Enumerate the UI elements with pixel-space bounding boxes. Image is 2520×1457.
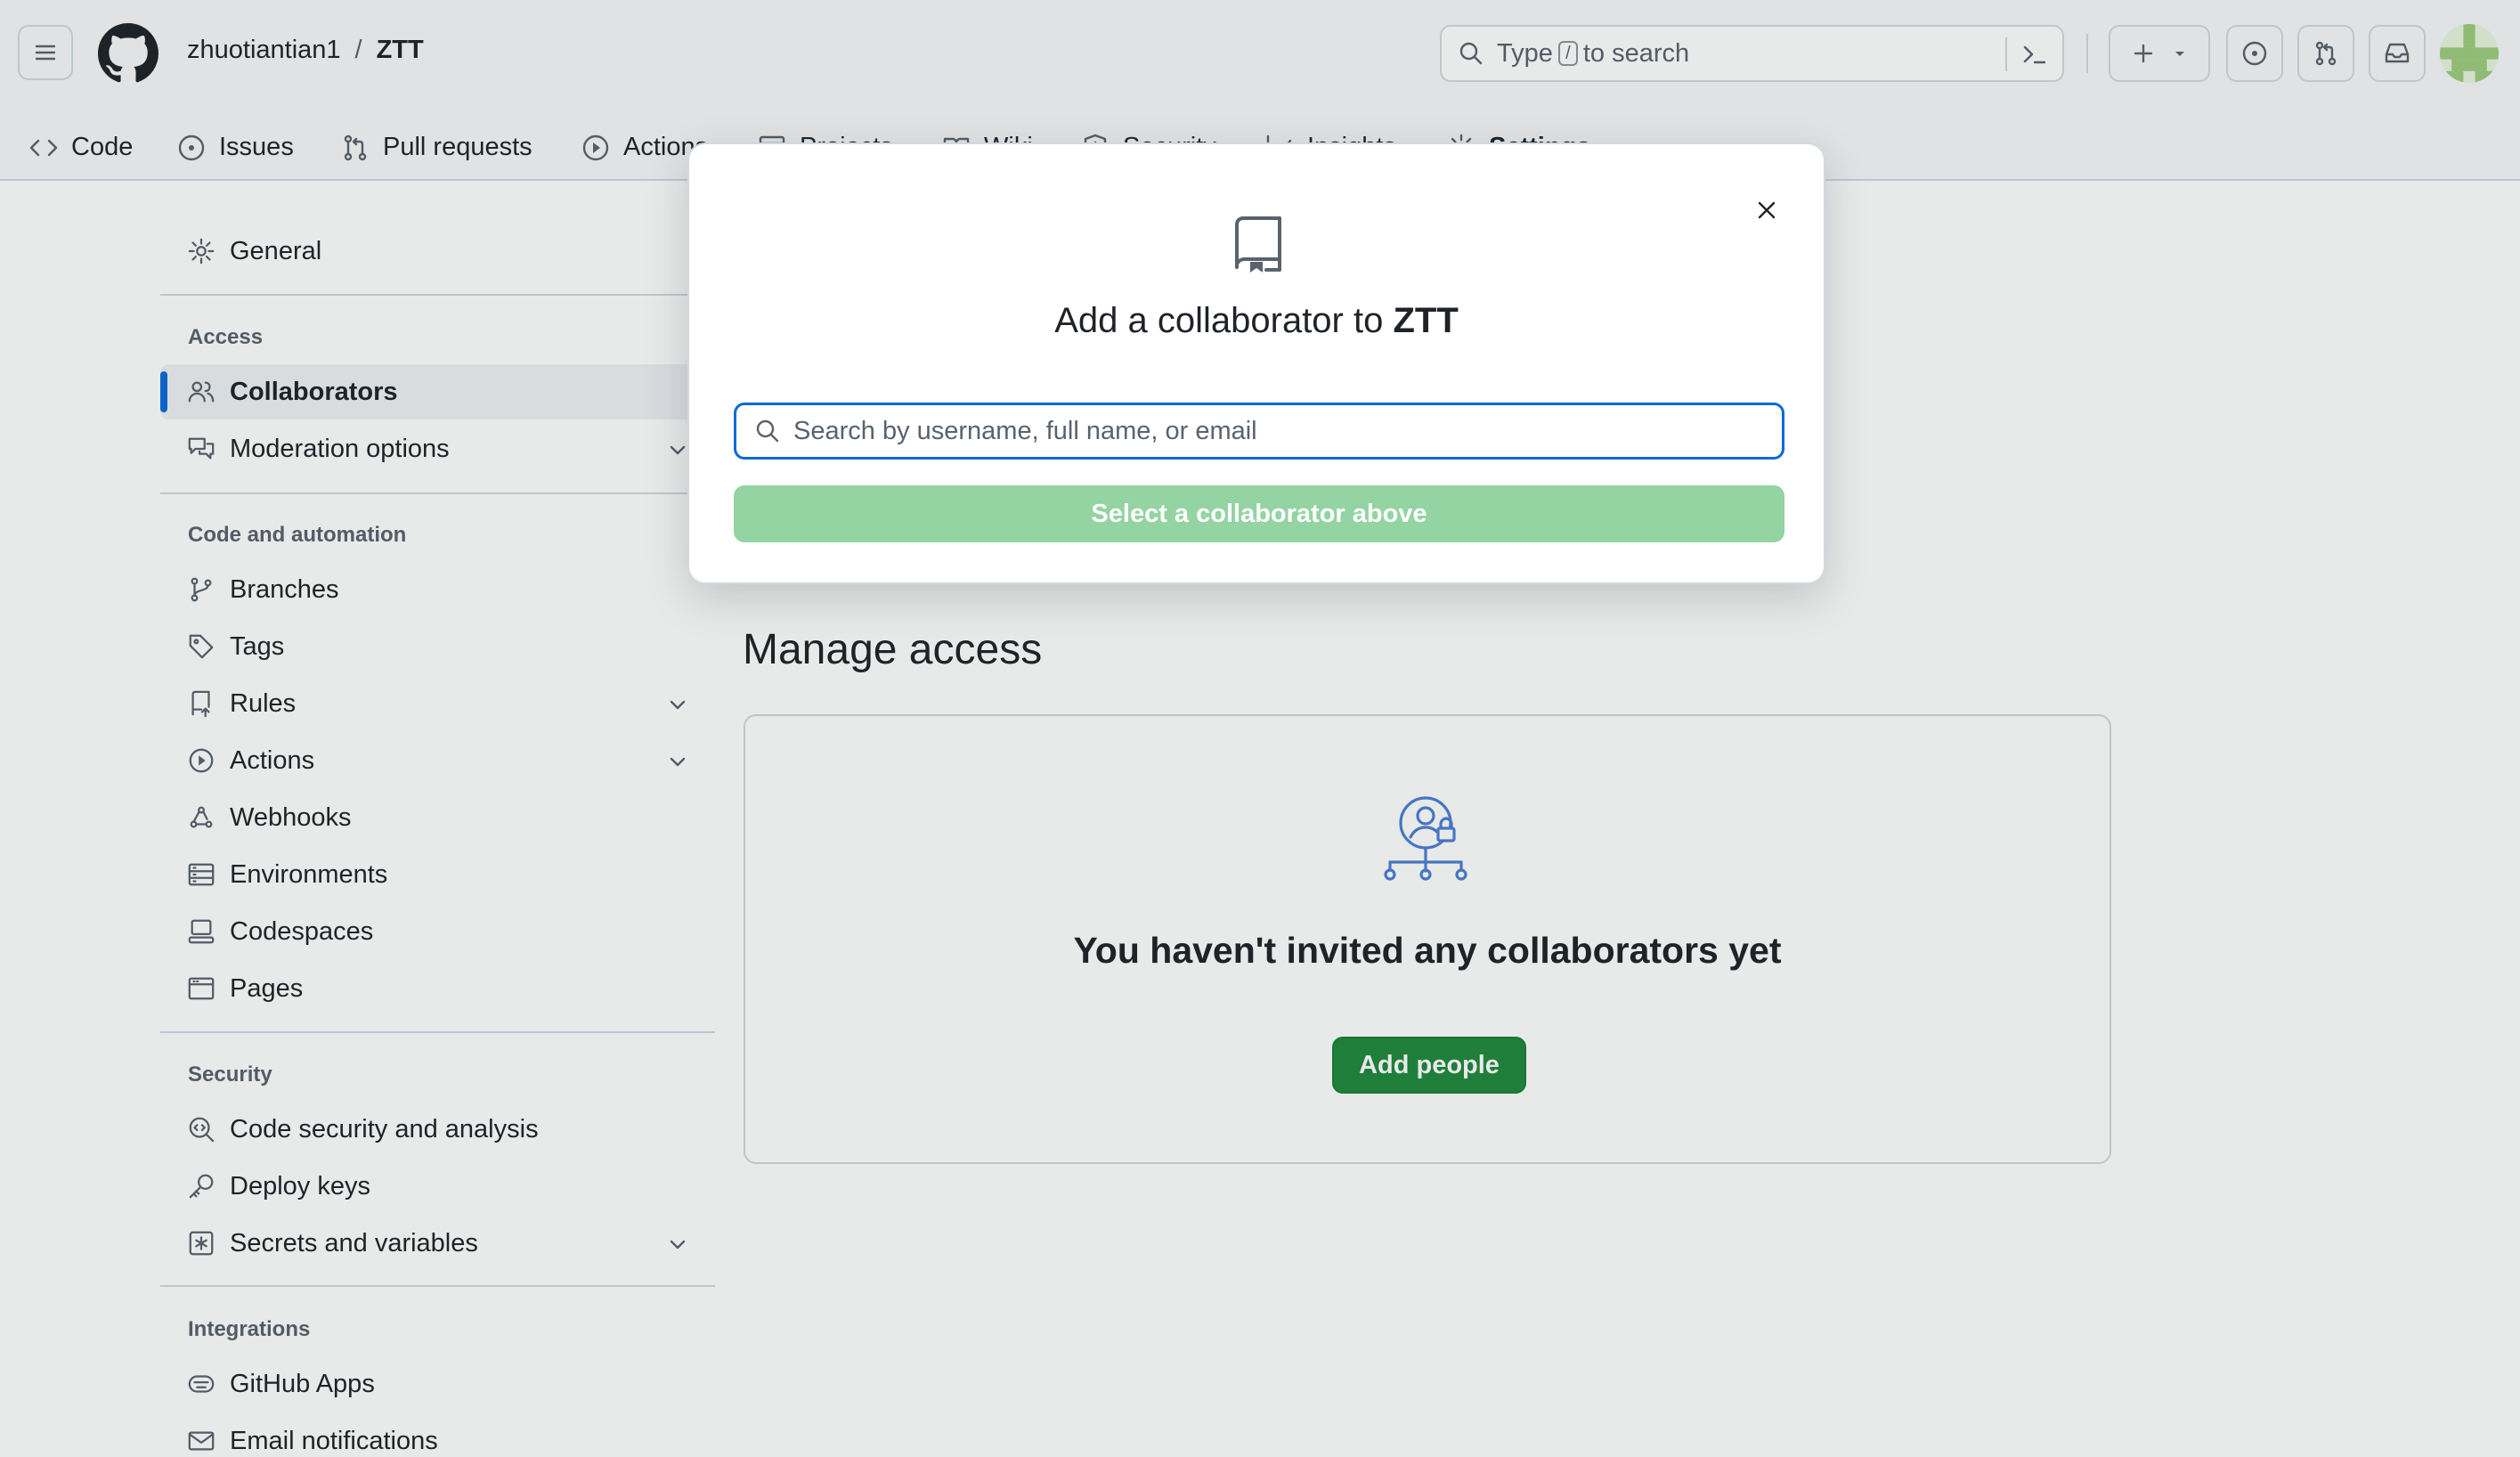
dialog-title-prefix: Add a collaborator to	[1054, 301, 1384, 340]
select-collaborator-button[interactable]: Select a collaborator above	[734, 485, 1784, 542]
repo-icon	[1235, 216, 1281, 273]
collaborator-search-input[interactable]	[793, 416, 1773, 446]
close-icon	[1758, 201, 1776, 219]
dialog-title-repo: ZTT	[1393, 301, 1459, 340]
dialog-title: Add a collaborator to ZTT	[689, 301, 1824, 341]
close-dialog-button[interactable]	[1747, 191, 1786, 230]
collaborator-search-field[interactable]	[734, 403, 1784, 460]
add-collaborator-dialog: Add a collaborator to ZTT Select a colla…	[687, 142, 1825, 584]
search-icon	[756, 419, 779, 443]
